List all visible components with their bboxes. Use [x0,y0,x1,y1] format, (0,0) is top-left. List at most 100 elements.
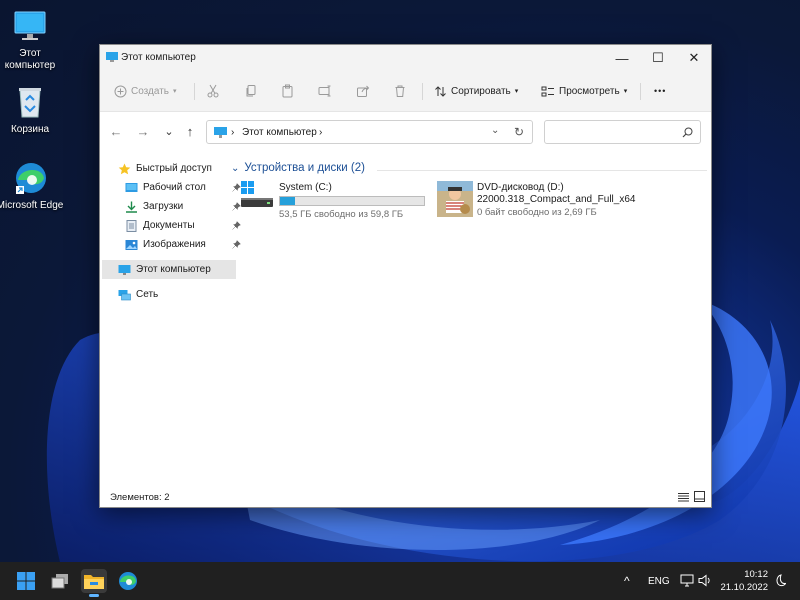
drive-name: System (C:) [279,182,332,193]
group-header-label: Устройства и диски (2) [244,162,365,174]
dvd-icon [437,181,473,217]
refresh-icon[interactable]: ↻ [514,125,524,139]
sort-label: Сортировать [451,85,511,97]
nav-item-downloads[interactable]: Загрузки [102,197,243,216]
create-button[interactable]: Создать ▾ [114,81,177,101]
nav-item-documents[interactable]: Документы [102,216,243,235]
copy-icon [246,85,256,97]
plus-circle-icon [114,85,127,97]
paste-button[interactable] [281,81,299,101]
close-button[interactable]: ✕ [676,45,712,71]
active-indicator [89,594,99,597]
desktop-icon-label: Этот компьютер [4,48,56,71]
maximize-button[interactable]: ☐ [640,45,676,71]
nav-item-quick-access[interactable]: Быстрый доступ [102,159,236,178]
search-input[interactable] [544,120,701,144]
title-bar[interactable]: Этот компьютер — ☐ ✕ [100,45,711,71]
breadcrumb-this-pc[interactable]: Этот компьютер [242,127,317,138]
chevron-down-icon: ▾ [623,88,628,95]
network-status-icon[interactable] [680,574,694,587]
delete-button[interactable] [393,81,411,101]
star-icon [118,163,131,174]
toolbar-separator [422,83,423,100]
drive-name: DVD-дисковод (D:) [477,182,564,193]
drive-d[interactable]: DVD-дисковод (D:) 22000.318_Compact_and_… [435,179,635,219]
nav-item-desktop[interactable]: Рабочий стол [102,178,243,197]
share-button[interactable] [356,81,374,101]
history-dropdown-icon[interactable]: ⌄ [491,125,499,136]
more-options-button[interactable]: ••• [654,81,666,101]
desktop-icon-this-pc[interactable]: Этот компьютер [0,8,65,72]
file-explorer-taskbar-button[interactable] [81,569,107,597]
desktop-icon-recycle-bin[interactable]: Корзина [0,84,65,136]
chevron-right-icon[interactable]: › [319,127,322,138]
drive-free-space: 0 байт свободно из 2,69 ГБ [477,207,597,218]
address-bar[interactable]: › Этот компьютер › ⌄ ↻ [206,120,533,144]
content-pane: ⌄ Устройства и диски (2) System (C:) 53,… [227,157,711,487]
clock[interactable]: 10:12 21.10.2022 [720,568,768,594]
nav-item-label: Рабочий стол [143,182,206,193]
desktop-icon-label: Microsoft Edge [0,200,64,211]
rename-button[interactable] [318,81,336,101]
pictures-icon [125,239,138,250]
nav-item-label: Сеть [136,289,159,300]
drive-usage-bar [279,196,425,206]
item-count: Элементов: 2 [110,492,170,503]
details-view-icon[interactable] [678,492,689,502]
focus-assist-moon-icon[interactable] [774,574,786,587]
chevron-up-icon[interactable]: ^ [624,574,630,588]
up-arrow-icon[interactable]: ↑ [182,124,198,140]
chevron-down-icon[interactable]: ⌄ [161,124,177,140]
paste-icon [282,84,293,98]
trash-icon [395,85,405,97]
nav-item-label: Быстрый доступ [136,163,212,174]
nav-item-label: Документы [143,220,195,231]
chevron-down-icon: ▾ [514,88,519,95]
drive-volume-label: 22000.318_Compact_and_Full_x64 [477,194,636,205]
drive-c[interactable]: System (C:) 53,5 ГБ свободно из 59,8 ГБ [237,179,442,220]
sort-button[interactable]: Сортировать ▾ [434,81,518,101]
network-icon [118,289,131,300]
nav-item-pictures[interactable]: Изображения [102,235,243,254]
drive-free-space: 53,5 ГБ свободно из 59,8 ГБ [279,209,404,220]
toolbar-separator [640,83,641,100]
pc-icon [118,264,131,275]
clock-date: 21.10.2022 [720,582,768,593]
edge-icon [12,160,48,196]
nav-item-network[interactable]: Сеть [102,285,236,304]
chevron-right-icon: › [231,127,235,138]
group-header-devices[interactable]: ⌄ Устройства и диски (2) [231,162,365,174]
view-button[interactable]: Просмотреть ▾ [541,81,627,101]
chevron-down-icon: ▾ [173,88,177,95]
view-label: Просмотреть [559,85,620,97]
back-arrow-icon[interactable]: ← [108,124,124,140]
search-icon [682,127,693,138]
nav-item-label: Изображения [143,239,206,250]
status-bar: Элементов: 2 [100,487,711,507]
address-row: ← → ⌄ ↑ › Этот компьютер › ⌄ ↻ [100,112,711,152]
desktop-icon-label: Корзина [10,124,50,135]
documents-icon [126,219,137,232]
window-title: Этот компьютер [121,52,196,63]
scissors-icon [207,84,219,98]
sort-icon [435,85,446,97]
edge-taskbar-button[interactable] [115,569,141,593]
minimize-button[interactable]: — [604,45,640,71]
task-view-button[interactable] [47,569,73,593]
chevron-down-icon: ⌄ [231,162,240,174]
nav-item-this-pc[interactable]: Этот компьютер [102,260,236,279]
copy-button[interactable] [244,81,262,101]
view-icon [541,86,554,96]
forward-arrow-icon[interactable]: → [135,124,151,140]
large-icons-view-icon[interactable] [694,491,705,502]
start-button[interactable] [13,569,39,593]
pc-icon [106,52,118,62]
language-indicator[interactable]: ENG [648,576,670,587]
rename-icon [318,85,331,97]
create-label: Создать [131,85,170,97]
cut-button[interactable] [206,81,224,101]
desktop-icon-edge[interactable]: Microsoft Edge [0,160,65,212]
download-icon [126,201,137,213]
command-bar: Создать ▾ Сортировать ▾ Просмотреть ▾ ••… [100,71,711,112]
volume-icon[interactable] [698,574,712,587]
